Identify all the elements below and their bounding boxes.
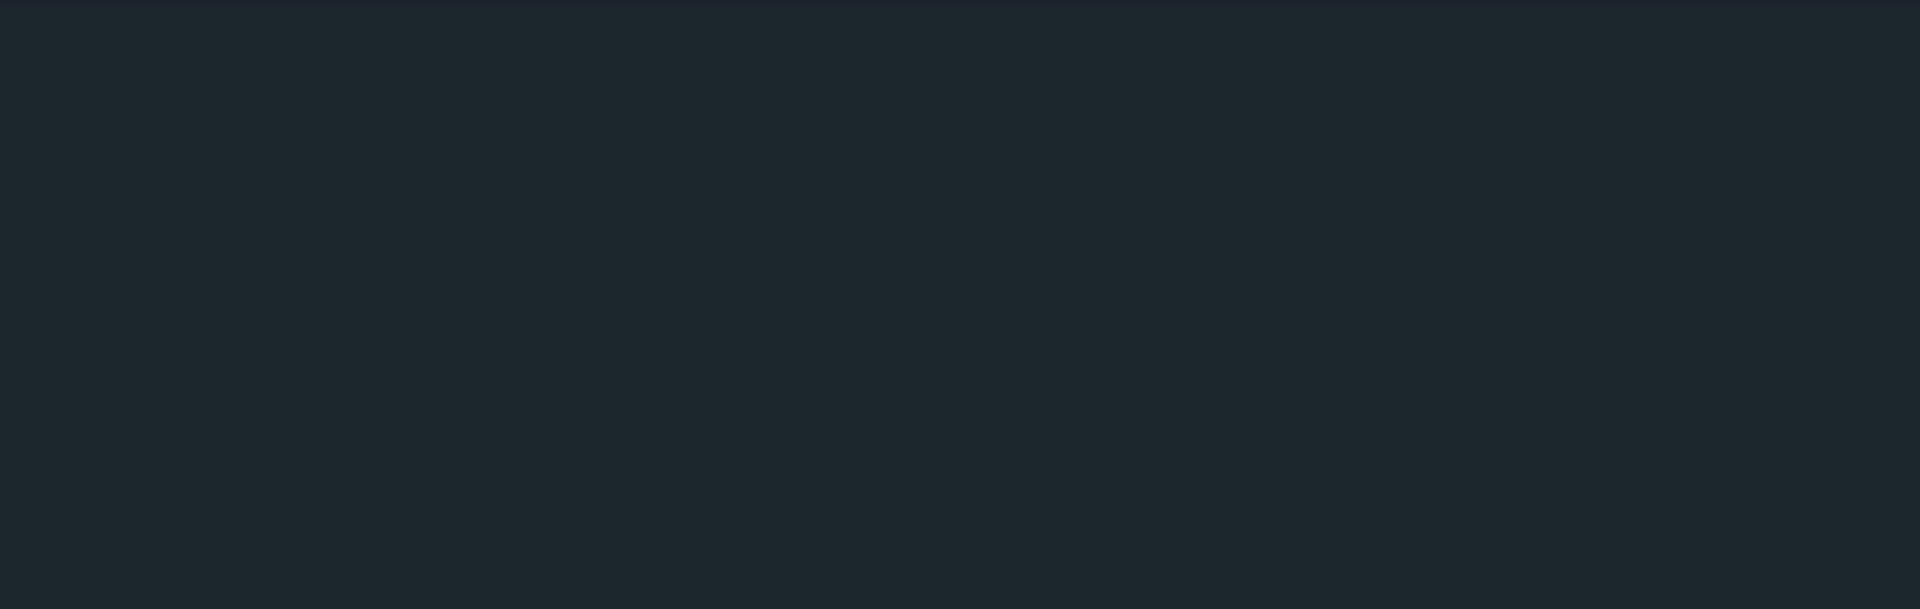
- app-surface: [0, 0, 1920, 609]
- top-edge: [0, 0, 1920, 10]
- content-area: [0, 10, 1920, 609]
